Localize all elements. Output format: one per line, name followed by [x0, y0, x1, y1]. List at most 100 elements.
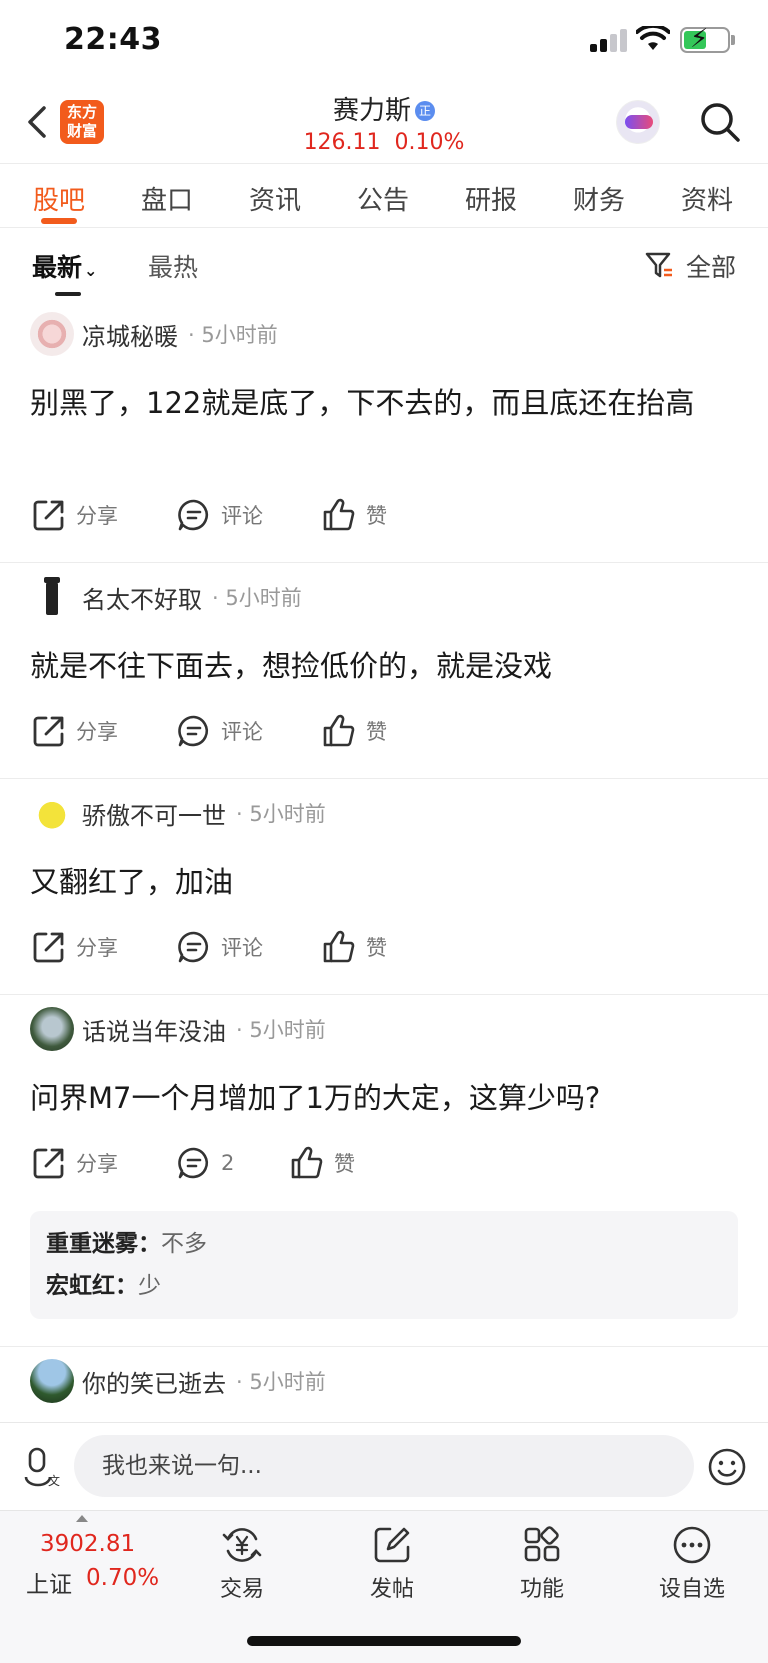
post-author[interactable]: 凉城秘暖: [82, 317, 178, 352]
avatar[interactable]: [30, 575, 74, 619]
share-button[interactable]: 分享: [32, 498, 118, 532]
post-header: 骄傲不可一世 · 5小时前: [30, 791, 326, 835]
post-card[interactable]: 你的笑已逝去 · 5小时前: [0, 1347, 768, 1422]
avatar[interactable]: [30, 1007, 74, 1051]
sort-indicator: [55, 292, 81, 296]
nav-functions-label: 功能: [519, 1577, 564, 1602]
tab-research[interactable]: 研报: [441, 180, 541, 217]
comment-button[interactable]: 2: [177, 1146, 234, 1180]
share-button[interactable]: 分享: [32, 930, 118, 964]
tab-guba[interactable]: 股吧: [9, 180, 109, 217]
post-time: · 5小时前: [188, 323, 278, 347]
stock-price: 126.11: [303, 130, 381, 155]
comment-button[interactable]: 评论: [177, 714, 263, 748]
chevron-down-icon: ⌄: [84, 261, 98, 280]
grid-icon: [524, 1526, 560, 1562]
assistant-robot-icon[interactable]: [616, 100, 660, 144]
reply-preview[interactable]: 重重迷雾：不多 宏虹红：少: [30, 1211, 738, 1319]
comment-icon: [178, 931, 209, 963]
post-author[interactable]: 名太不好取: [82, 580, 202, 615]
stock-change: 0.10%: [394, 130, 465, 155]
thumbs-up-icon: [323, 714, 355, 747]
reply-item: 重重迷雾：不多: [46, 1223, 722, 1265]
post-card[interactable]: 骄傲不可一世 · 5小时前 又翻红了，加油 分享 评论 赞: [0, 779, 768, 995]
nav-post[interactable]: 发帖: [337, 1525, 447, 1603]
index-value[interactable]: 3902.81: [40, 1531, 135, 1557]
post-content[interactable]: 别黑了，122就是底了，下不去的，而且底还在抬高: [30, 378, 740, 428]
avatar[interactable]: [30, 1359, 74, 1403]
post-author[interactable]: 话说当年没油: [82, 1012, 226, 1047]
like-button[interactable]: 赞: [322, 714, 387, 748]
reply-user[interactable]: 宏虹红：: [46, 1273, 138, 1299]
reply-user[interactable]: 重重迷雾：: [46, 1231, 161, 1257]
post-author[interactable]: 骄傲不可一世: [82, 796, 226, 831]
post-header: 你的笑已逝去 · 5小时前: [30, 1359, 326, 1403]
post-actions: 分享 评论 赞: [32, 930, 732, 970]
post-card[interactable]: 凉城秘暖 · 5小时前 别黑了，122就是底了，下不去的，而且底还在抬高 分享 …: [0, 300, 768, 563]
comment-bar: 文: [0, 1422, 768, 1510]
post-content[interactable]: 问界M7一个月增加了1万的大定，这算少吗?: [30, 1073, 740, 1123]
post-card[interactable]: 名太不好取 · 5小时前 就是不往下面去，想捡低价的，就是没戏 分享 评论 赞: [0, 563, 768, 779]
share-label: 分享: [76, 720, 118, 744]
status-time: 22:43: [64, 22, 162, 57]
voice-input-icon[interactable]: 文: [24, 1447, 60, 1487]
sort-latest[interactable]: 最新 ⌄: [32, 248, 97, 284]
post-actions: 分享 评论 赞: [32, 714, 732, 754]
sort-hot[interactable]: 最热: [148, 248, 198, 284]
comment-input[interactable]: [74, 1435, 694, 1497]
like-button[interactable]: 赞: [290, 1146, 355, 1180]
tab-news[interactable]: 资讯: [225, 180, 325, 217]
emoji-icon[interactable]: [707, 1447, 747, 1487]
thumbs-up-icon: [323, 498, 355, 531]
post-content[interactable]: 就是不往下面去，想捡低价的，就是没戏: [30, 641, 740, 691]
active-tab-indicator: [41, 218, 77, 224]
thumbs-up-icon: [323, 930, 355, 963]
share-button[interactable]: 分享: [32, 1146, 118, 1180]
filter-icon[interactable]: [644, 250, 674, 280]
nav-trade[interactable]: 交易: [187, 1525, 297, 1603]
wifi-icon: [636, 26, 670, 50]
post-card[interactable]: 话说当年没油 · 5小时前 问界M7一个月增加了1万的大定，这算少吗? 分享 2…: [0, 995, 768, 1347]
tab-financials[interactable]: 财务: [549, 180, 649, 217]
post-author[interactable]: 你的笑已逝去: [82, 1364, 226, 1399]
nav-post-label: 发帖: [369, 1577, 414, 1602]
post-header: 名太不好取 · 5小时前: [30, 575, 302, 619]
comment-label: 评论: [221, 504, 263, 528]
stock-header: 东方 财富 赛力斯正 126.11 0.10%: [0, 80, 768, 164]
reply-text: 少: [138, 1273, 161, 1299]
share-icon: [33, 932, 64, 963]
svg-text:文: 文: [48, 1473, 60, 1487]
like-button[interactable]: 赞: [322, 930, 387, 964]
tab-pankou[interactable]: 盘口: [117, 180, 217, 217]
share-label: 分享: [76, 936, 118, 960]
reply-text: 不多: [161, 1231, 207, 1257]
share-button[interactable]: 分享: [32, 714, 118, 748]
like-label: 赞: [366, 504, 387, 528]
comment-icon: [178, 715, 209, 747]
comment-icon: [178, 499, 209, 531]
search-icon[interactable]: [698, 100, 742, 144]
stock-name-text: 赛力斯: [332, 96, 411, 126]
edit-icon: [374, 1527, 410, 1563]
post-content[interactable]: 又翻红了，加油: [30, 857, 740, 907]
share-icon: [33, 500, 64, 531]
comment-button[interactable]: 评论: [177, 498, 263, 532]
nav-add-watchlist[interactable]: 设自选: [637, 1525, 747, 1603]
nav-trade-label: 交易: [219, 1577, 264, 1602]
index-name[interactable]: 上证: [26, 1565, 72, 1599]
nav-functions[interactable]: 功能: [487, 1525, 597, 1603]
avatar[interactable]: [30, 312, 74, 356]
share-label: 分享: [76, 504, 118, 528]
tab-announcements[interactable]: 公告: [333, 180, 433, 217]
like-button[interactable]: 赞: [322, 498, 387, 532]
index-change[interactable]: 0.70%: [86, 1565, 159, 1591]
avatar[interactable]: [30, 791, 74, 835]
signal-icon: [590, 28, 627, 52]
home-indicator: [247, 1636, 521, 1646]
comment-button[interactable]: 评论: [177, 930, 263, 964]
expand-caret-icon[interactable]: [76, 1515, 88, 1522]
tab-profile[interactable]: 资料: [657, 180, 757, 217]
post-time: · 5小时前: [236, 1018, 326, 1042]
filter-all[interactable]: 全部: [686, 248, 736, 284]
post-header: 凉城秘暖 · 5小时前: [30, 312, 278, 356]
